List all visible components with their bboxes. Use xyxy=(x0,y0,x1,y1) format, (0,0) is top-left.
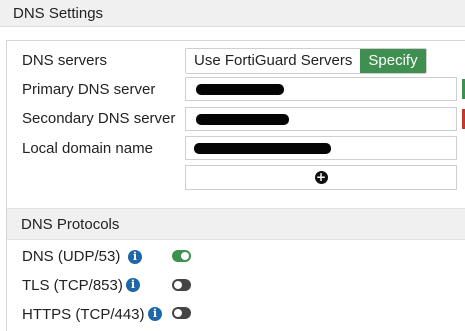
secondary-dns-label: Secondary DNS server xyxy=(22,110,176,127)
page-header: DNS Settings xyxy=(0,0,465,27)
info-icon[interactable]: i xyxy=(126,278,140,292)
specify-option[interactable]: Specify xyxy=(360,49,426,73)
protocol-label-https: HTTPS (TCP/443) xyxy=(22,306,145,323)
redacted-value xyxy=(196,114,289,125)
toggle-dns-udp[interactable] xyxy=(172,250,191,262)
primary-dns-label: Primary DNS server xyxy=(22,81,156,98)
toggle-tls[interactable] xyxy=(172,279,191,291)
info-icon[interactable]: i xyxy=(148,307,162,321)
primary-dns-input[interactable] xyxy=(185,77,457,101)
dns-servers-toggle: Use FortiGuard Servers Specify xyxy=(185,48,427,74)
add-domain-button[interactable]: + xyxy=(185,165,457,190)
protocol-label-dns: DNS (UDP/53) xyxy=(22,248,121,265)
redacted-value xyxy=(196,84,284,95)
local-domain-label: Local domain name xyxy=(22,140,153,157)
plus-circle-icon: + xyxy=(314,170,328,184)
protocol-label-tls: TLS (TCP/853) xyxy=(22,277,123,294)
toggle-https[interactable] xyxy=(172,307,191,319)
dns-protocols-header: DNS Protocols xyxy=(7,208,465,240)
page-title: DNS Settings xyxy=(13,5,104,22)
local-domain-input[interactable] xyxy=(185,136,457,160)
info-icon[interactable]: i xyxy=(128,250,142,264)
redacted-value xyxy=(194,143,331,154)
secondary-dns-input[interactable] xyxy=(185,107,457,131)
dns-servers-label: DNS servers xyxy=(22,52,108,69)
use-fortiguard-option[interactable]: Use FortiGuard Servers xyxy=(186,49,361,73)
dns-protocols-title: DNS Protocols xyxy=(21,216,120,233)
